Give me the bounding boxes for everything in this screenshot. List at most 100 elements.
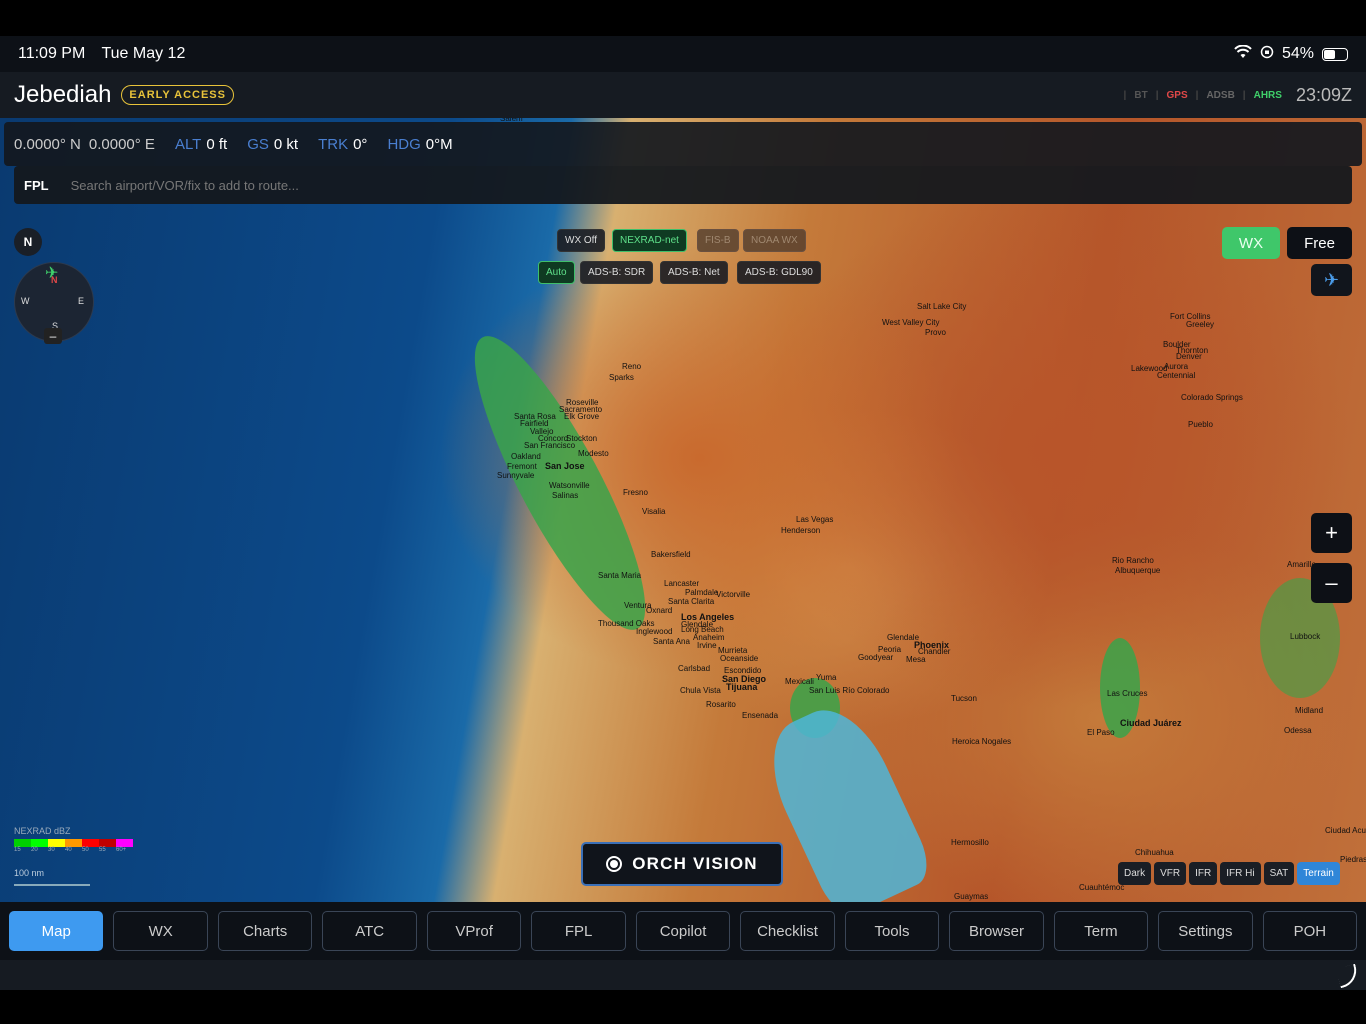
- compass-e: E: [78, 296, 85, 306]
- city-label: Lubbock: [1290, 632, 1321, 641]
- indicator-separator: |: [1155, 89, 1159, 101]
- city-label: Glendale: [887, 633, 920, 642]
- alt-label: ALT: [174, 135, 202, 153]
- fis-b-chip[interactable]: FIS-B: [697, 229, 739, 252]
- city-label: Henderson: [781, 526, 821, 535]
- city-label: Las Cruces: [1107, 689, 1148, 698]
- layer-dark-button[interactable]: Dark: [1118, 862, 1152, 885]
- nexrad-net-chip[interactable]: NEXRAD-net: [612, 229, 687, 252]
- nav-tab-fpl[interactable]: FPL: [531, 911, 626, 951]
- adsb-net-chip[interactable]: ADS-B: Net: [660, 261, 728, 284]
- layer-ifr-button[interactable]: IFR: [1189, 862, 1218, 885]
- north-up-button[interactable]: N: [14, 228, 42, 256]
- city-label: Ciudad Acuña: [1325, 826, 1366, 835]
- city-label: Fremont: [507, 462, 537, 471]
- indicator-ahrs[interactable]: AHRS: [1254, 90, 1282, 101]
- wx-off-chip[interactable]: WX Off: [557, 229, 606, 252]
- city-label: Fresno: [623, 488, 648, 497]
- city-label: Albuquerque: [1115, 566, 1161, 575]
- city-label: San Jose: [545, 461, 585, 471]
- nav-tab-checklist[interactable]: Checklist: [740, 911, 835, 951]
- bottom-strip: [0, 960, 1366, 990]
- city-label: Lancaster: [664, 579, 700, 588]
- city-label: Odessa: [1284, 726, 1312, 735]
- city-label: Tijuana: [726, 682, 758, 692]
- map-scale-bar: [14, 884, 90, 886]
- city-label: Mexicali: [785, 677, 814, 686]
- app-title: Jebediah: [14, 81, 112, 108]
- nav-tab-map[interactable]: Map: [9, 911, 104, 951]
- legend-tick: 15: [14, 847, 21, 853]
- nav-tab-settings[interactable]: Settings: [1158, 911, 1253, 951]
- city-label: Chula Vista: [680, 686, 721, 695]
- indicator-bt[interactable]: BT: [1134, 90, 1147, 101]
- city-label: Colorado Springs: [1181, 393, 1243, 402]
- city-label: Inglewood: [636, 627, 673, 636]
- city-label: Ciudad Juárez: [1120, 718, 1182, 728]
- connection-indicators: | BT | GPS | ADSB | AHRS 23:09Z: [1124, 85, 1352, 106]
- city-label: Ensenada: [742, 711, 779, 720]
- noaa-wx-chip[interactable]: NOAA WX: [743, 229, 806, 252]
- pencil-icon[interactable]: [1335, 963, 1361, 989]
- legend-swatch: [99, 839, 116, 847]
- legend-tick: 40: [65, 847, 72, 853]
- adsb-gdl90-chip[interactable]: ADS-B: GDL90: [737, 261, 821, 284]
- compass-minus-button[interactable]: –: [44, 328, 62, 344]
- zoom-in-button[interactable]: +: [1311, 513, 1352, 553]
- city-label: Irvine: [697, 641, 717, 650]
- nav-tab-term[interactable]: Term: [1053, 911, 1149, 951]
- indicator-adsb[interactable]: ADSB: [1206, 90, 1234, 101]
- orch-vision-button[interactable]: ORCH VISION: [581, 842, 783, 886]
- legend-swatch: [31, 839, 48, 847]
- city-label: West Valley City: [882, 318, 940, 327]
- city-label: Salt Lake City: [917, 302, 967, 311]
- route-search-input[interactable]: [70, 177, 1342, 193]
- flight-plan-bar: FPL: [14, 166, 1352, 204]
- status-right: 54%: [1234, 44, 1348, 64]
- battery-percent: 54%: [1281, 45, 1314, 62]
- nav-tab-vprof[interactable]: VProf: [426, 911, 522, 951]
- free-mode-button[interactable]: Free: [1287, 227, 1352, 259]
- hdg-label: HDG: [387, 135, 421, 153]
- city-label: Pueblo: [1188, 420, 1213, 429]
- adsb-sdr-chip[interactable]: ADS-B: SDR: [580, 261, 654, 284]
- status-bar: 11:09 PM Tue May 12 54%: [0, 36, 1366, 72]
- nav-tab-browser[interactable]: Browser: [949, 911, 1044, 951]
- city-label: Piedras: [1340, 855, 1366, 864]
- auto-chip[interactable]: Auto: [538, 261, 575, 284]
- legend-tick: 55: [99, 847, 106, 853]
- layer-sat-button[interactable]: SAT: [1263, 862, 1295, 885]
- legend-title: NEXRAD dBZ: [14, 826, 71, 836]
- zoom-out-button[interactable]: –: [1311, 563, 1352, 603]
- legend-tick: 50: [82, 847, 89, 853]
- record-icon: [606, 856, 623, 872]
- city-label: Oceanside: [720, 654, 759, 663]
- city-label: Greeley: [1186, 320, 1215, 329]
- nav-tab-copilot[interactable]: Copilot: [635, 911, 731, 951]
- city-label: Victorville: [716, 590, 751, 599]
- city-label: Midland: [1295, 706, 1324, 715]
- city-label: Goodyear: [858, 653, 894, 662]
- city-label: Visalia: [642, 507, 666, 516]
- nav-tab-atc[interactable]: ATC: [322, 911, 417, 951]
- nav-tab-charts[interactable]: Charts: [217, 911, 313, 951]
- wx-toggle-button[interactable]: WX: [1222, 227, 1280, 259]
- city-label: Provo: [925, 328, 946, 337]
- layer-vfr-button[interactable]: VFR: [1154, 862, 1187, 885]
- early-access-badge: EARLY ACCESS: [121, 85, 234, 105]
- indicator-separator: |: [1242, 89, 1246, 101]
- indicator-separator: |: [1195, 89, 1199, 101]
- indicator-gps[interactable]: GPS: [1167, 90, 1188, 101]
- city-label: Oakland: [511, 452, 541, 461]
- nav-tab-tools[interactable]: Tools: [844, 911, 940, 951]
- city-label: Salinas: [552, 491, 579, 500]
- nav-tab-poh[interactable]: POH: [1262, 911, 1358, 951]
- layer-terrain-button[interactable]: Terrain: [1297, 862, 1340, 885]
- zulu-time: 23:09Z: [1295, 84, 1352, 105]
- city-label: Hermosillo: [951, 838, 989, 847]
- center-aircraft-button[interactable]: ✈: [1311, 264, 1352, 296]
- city-label: San Francisco: [524, 441, 576, 450]
- layer-ifr-hi-button[interactable]: IFR Hi: [1220, 862, 1261, 885]
- battery-icon: [1322, 47, 1348, 61]
- nav-tab-wx[interactable]: WX: [113, 911, 208, 951]
